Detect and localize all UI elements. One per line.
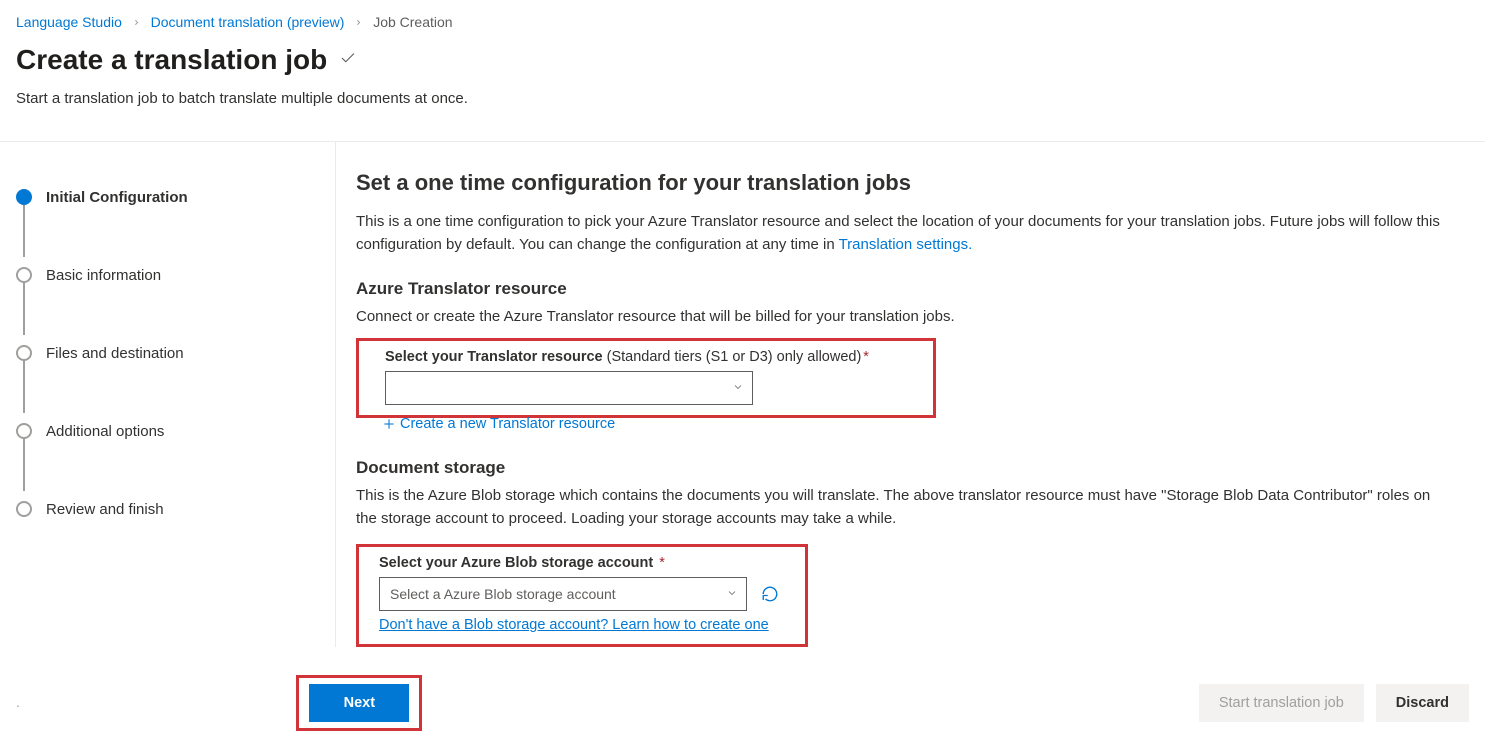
label-bold: Select your Translator resource	[385, 349, 603, 365]
refresh-icon	[761, 585, 779, 603]
step-label: Basic information	[46, 267, 161, 284]
start-translation-job-button: Start translation job	[1199, 684, 1364, 722]
section-description: This is a one time configuration to pick…	[356, 210, 1465, 257]
translator-heading: Azure Translator resource	[356, 279, 1465, 299]
wizard-stepper: Initial Configuration Basic information …	[0, 142, 335, 647]
step-initial-configuration[interactable]: Initial Configuration	[16, 178, 319, 216]
learn-create-storage-link[interactable]: Don't have a Blob storage account? Learn…	[379, 617, 769, 633]
step-connector	[23, 439, 25, 491]
storage-description: This is the Azure Blob storage which con…	[356, 484, 1436, 531]
step-dot-icon	[16, 345, 32, 361]
section-title: Set a one time configuration for your tr…	[356, 170, 1465, 196]
storage-account-select[interactable]: Select a Azure Blob storage account	[379, 577, 747, 611]
storage-heading: Document storage	[356, 458, 1465, 478]
translator-resource-field-group: Select your Translator resource (Standar…	[356, 338, 936, 418]
step-dot-icon	[16, 189, 32, 205]
create-translator-resource-link[interactable]: Create a new Translator resource	[382, 416, 615, 432]
page-header: Create a translation job Start a transla…	[0, 40, 1485, 123]
chevron-right-icon	[132, 14, 141, 30]
step-label: Initial Configuration	[46, 189, 188, 206]
step-connector	[23, 283, 25, 335]
required-asterisk: *	[863, 349, 869, 365]
breadcrumb: Language Studio Document translation (pr…	[0, 0, 1485, 40]
refresh-button[interactable]	[761, 585, 779, 603]
page-subtitle: Start a translation job to batch transla…	[16, 90, 1469, 107]
discard-button[interactable]: Discard	[1376, 684, 1469, 722]
plus-icon	[382, 417, 396, 431]
label-rest: (Standard tiers (S1 or D3) only allowed)	[603, 349, 862, 365]
label-bold: Select your Azure Blob storage account	[379, 555, 653, 571]
step-review-and-finish[interactable]: Review and finish	[16, 490, 319, 528]
select-placeholder: Select a Azure Blob storage account	[390, 586, 616, 602]
translation-settings-link[interactable]: Translation settings.	[839, 236, 973, 253]
translator-resource-select[interactable]	[385, 371, 753, 405]
checkmark-icon	[339, 49, 357, 72]
step-dot-icon	[16, 423, 32, 439]
breadcrumb-current: Job Creation	[373, 14, 452, 30]
chevron-right-icon	[354, 14, 363, 30]
step-files-and-destination[interactable]: Files and destination	[16, 334, 319, 372]
link-text: Create a new Translator resource	[400, 416, 615, 432]
main-content: Set a one time configuration for your tr…	[335, 142, 1485, 647]
wizard-footer: . Next Start translation job Discard	[0, 675, 1485, 731]
breadcrumb-link-language-studio[interactable]: Language Studio	[16, 14, 122, 30]
chevron-down-icon	[726, 586, 738, 602]
step-basic-information[interactable]: Basic information	[16, 256, 319, 294]
page-title: Create a translation job	[16, 44, 327, 76]
chevron-down-icon	[732, 380, 744, 396]
step-label: Additional options	[46, 423, 164, 440]
required-asterisk: *	[655, 555, 665, 571]
step-label: Files and destination	[46, 345, 184, 362]
step-connector	[23, 361, 25, 413]
step-dot-icon	[16, 267, 32, 283]
translator-description: Connect or create the Azure Translator r…	[356, 305, 1465, 328]
storage-account-field-group: Select your Azure Blob storage account *…	[356, 544, 808, 647]
dot: .	[16, 694, 20, 710]
next-button[interactable]: Next	[309, 684, 409, 722]
breadcrumb-link-document-translation[interactable]: Document translation (preview)	[151, 14, 345, 30]
step-connector	[23, 205, 25, 257]
next-button-highlight: Next	[296, 675, 422, 731]
step-dot-icon	[16, 501, 32, 517]
translator-field-label: Select your Translator resource (Standar…	[385, 349, 923, 365]
step-label: Review and finish	[46, 501, 164, 518]
storage-field-label: Select your Azure Blob storage account *	[379, 555, 795, 571]
step-additional-options[interactable]: Additional options	[16, 412, 319, 450]
